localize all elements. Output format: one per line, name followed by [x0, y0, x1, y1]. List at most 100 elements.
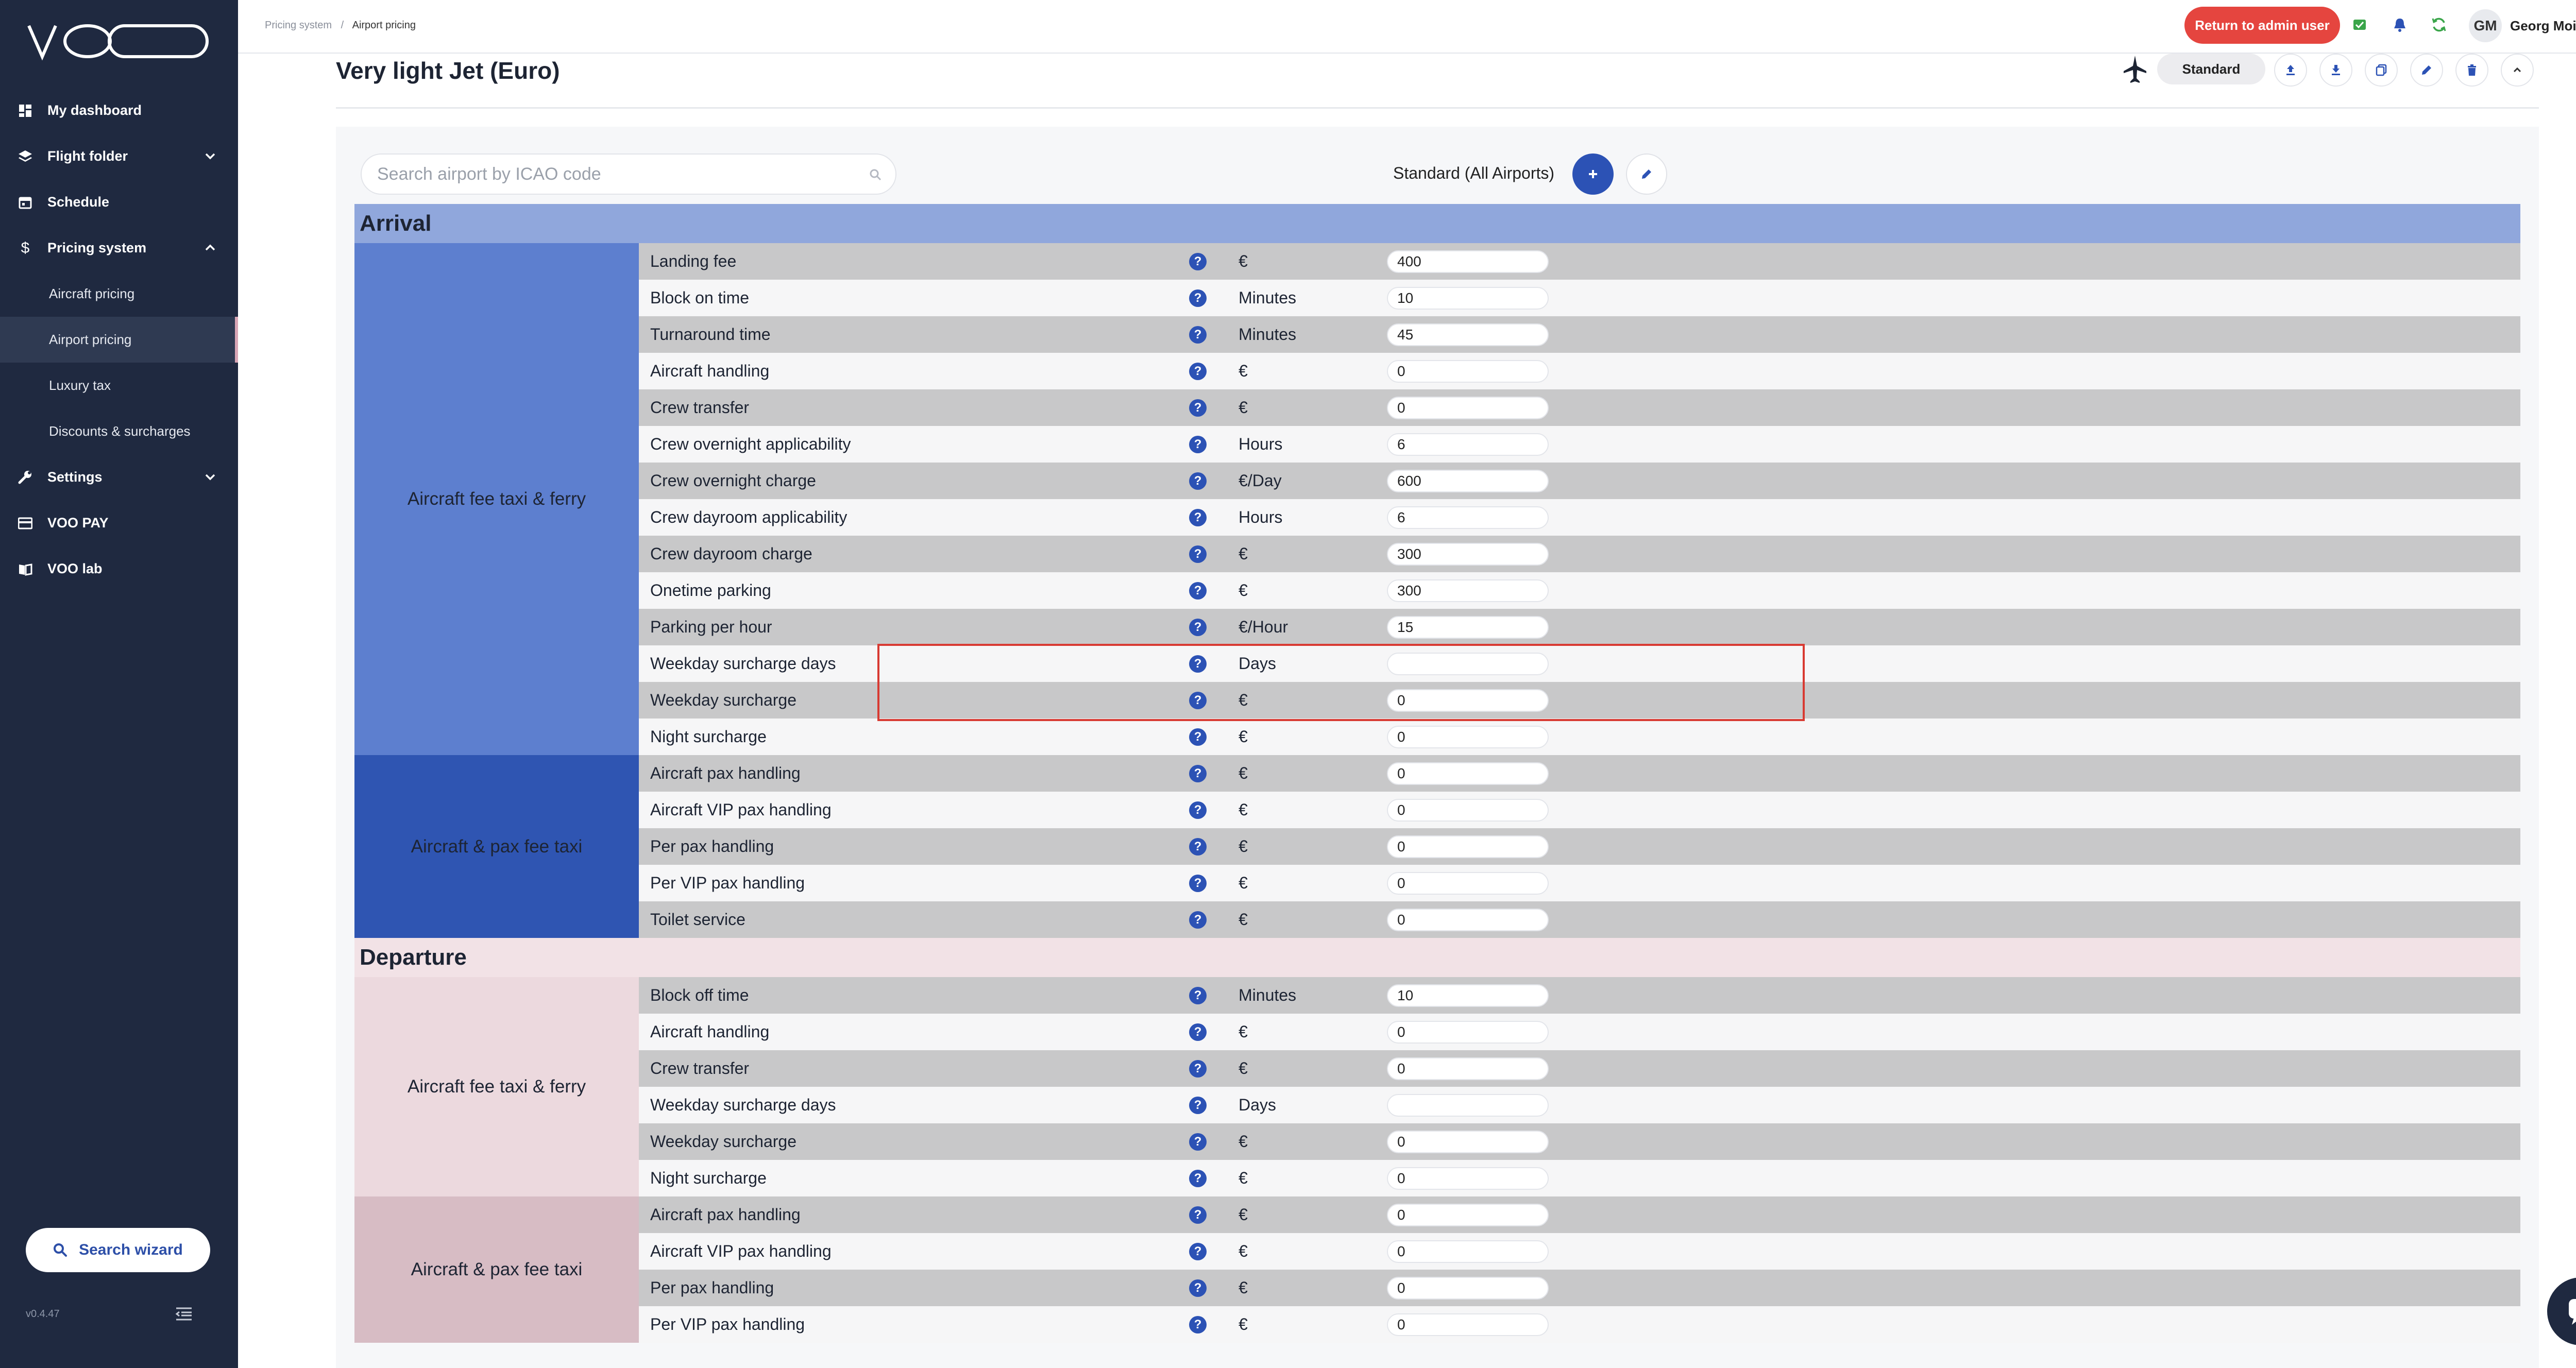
sidebar-item-schedule[interactable]: Schedule: [0, 179, 238, 225]
sidebar-item-flight-folder[interactable]: Flight folder: [0, 133, 238, 179]
help-icon[interactable]: ?: [1189, 655, 1207, 673]
help-icon[interactable]: ?: [1189, 1242, 1207, 1260]
help-icon[interactable]: ?: [1189, 252, 1207, 270]
fee-label: Night surcharge: [650, 727, 767, 746]
sidebar-subitem-discounts[interactable]: Discounts & surcharges: [0, 408, 238, 454]
check-badge-icon[interactable]: [2350, 15, 2369, 34]
download-button[interactable]: [2319, 54, 2352, 87]
help-icon[interactable]: ?: [1189, 1023, 1207, 1041]
avatar[interactable]: GM: [2469, 9, 2502, 42]
help-icon[interactable]: ?: [1189, 435, 1207, 453]
help-icon[interactable]: ?: [1189, 582, 1207, 600]
help-icon[interactable]: ?: [1189, 1315, 1207, 1333]
copy-button[interactable]: [2365, 54, 2398, 87]
help-icon[interactable]: ?: [1189, 986, 1207, 1004]
sidebar-item-dashboard[interactable]: My dashboard: [0, 88, 238, 133]
edit-button[interactable]: [2410, 54, 2443, 87]
help-icon[interactable]: ?: [1189, 1279, 1207, 1297]
help-icon[interactable]: ?: [1189, 837, 1207, 856]
voo-logo[interactable]: [27, 21, 210, 62]
help-icon[interactable]: ?: [1189, 1059, 1207, 1078]
help-icon[interactable]: ?: [1189, 326, 1207, 344]
fee-value-input[interactable]: [1387, 1020, 1549, 1044]
help-icon[interactable]: ?: [1189, 1206, 1207, 1224]
help-icon[interactable]: ?: [1189, 728, 1207, 746]
table-row: Weekday surcharge? €: [639, 682, 2520, 719]
help-icon[interactable]: ?: [1189, 508, 1207, 526]
help-icon[interactable]: ?: [1189, 289, 1207, 307]
help-icon[interactable]: ?: [1189, 362, 1207, 380]
search-wizard-button[interactable]: Search wizard: [26, 1228, 210, 1272]
fee-value-input[interactable]: [1387, 1057, 1549, 1080]
card-icon: [18, 516, 33, 531]
fee-value-input[interactable]: [1387, 1167, 1549, 1190]
sidebar-subitem-airport-pricing[interactable]: Airport pricing: [0, 317, 238, 363]
fee-value-input[interactable]: [1387, 908, 1549, 931]
sidebar-item-voo-lab[interactable]: VOO lab: [0, 546, 238, 592]
fee-value-input[interactable]: [1387, 579, 1549, 602]
help-icon[interactable]: ?: [1189, 691, 1207, 709]
delete-button[interactable]: [2455, 54, 2488, 87]
pricing-profile-pill[interactable]: Standard: [2157, 54, 2265, 84]
breadcrumb-parent[interactable]: Pricing system: [265, 20, 332, 31]
fee-unit: €: [1239, 362, 1248, 380]
user-name[interactable]: Georg Moik: [2510, 18, 2576, 34]
fee-value-input[interactable]: [1387, 396, 1549, 419]
sidebar-item-voo-pay[interactable]: VOO PAY: [0, 500, 238, 546]
header-divider: [336, 107, 2539, 109]
chat-support-button[interactable]: [2547, 1277, 2576, 1345]
help-icon[interactable]: ?: [1189, 801, 1207, 819]
airport-search-input[interactable]: [377, 164, 841, 184]
collapse-sidebar-icon[interactable]: [175, 1306, 193, 1322]
help-icon[interactable]: ?: [1189, 911, 1207, 929]
fee-value-input[interactable]: [1387, 984, 1549, 1007]
edit-scope-button[interactable]: [1626, 153, 1667, 195]
fee-value-input[interactable]: [1387, 250, 1549, 273]
collapse-button[interactable]: [2501, 54, 2534, 87]
fee-value-input[interactable]: [1387, 835, 1549, 858]
fee-unit: €: [1239, 1242, 1248, 1260]
sidebar-item-pricing-system[interactable]: $ Pricing system: [0, 225, 238, 271]
fee-value-input[interactable]: [1387, 433, 1549, 456]
fee-value-input[interactable]: [1387, 506, 1549, 529]
fee-value-input[interactable]: [1387, 762, 1549, 785]
upload-button[interactable]: [2274, 54, 2307, 87]
help-icon[interactable]: ?: [1189, 764, 1207, 782]
fee-value-input[interactable]: [1387, 542, 1549, 566]
fee-value-input[interactable]: [1387, 652, 1549, 675]
fee-value-input[interactable]: [1387, 1276, 1549, 1299]
fee-value-input[interactable]: [1387, 323, 1549, 346]
fee-value-input[interactable]: [1387, 469, 1549, 492]
fee-value-input[interactable]: [1387, 871, 1549, 895]
help-icon[interactable]: ?: [1189, 1169, 1207, 1187]
fee-value-input[interactable]: [1387, 798, 1549, 822]
fee-value-input[interactable]: [1387, 1130, 1549, 1153]
fee-value-input[interactable]: [1387, 725, 1549, 748]
fee-value-input[interactable]: [1387, 1313, 1549, 1336]
return-to-admin-button[interactable]: Return to admin user: [2184, 7, 2340, 44]
sidebar-item-settings[interactable]: Settings: [0, 454, 238, 500]
sidebar-subitem-aircraft-pricing[interactable]: Aircraft pricing: [0, 271, 238, 317]
fee-value-input[interactable]: [1387, 1240, 1549, 1263]
help-icon[interactable]: ?: [1189, 618, 1207, 636]
fee-value-input[interactable]: [1387, 360, 1549, 383]
airport-search-field[interactable]: [361, 153, 896, 195]
breadcrumb-current: Airport pricing: [352, 20, 416, 31]
fee-unit: Hours: [1239, 435, 1283, 453]
fee-value-input[interactable]: [1387, 1093, 1549, 1117]
fee-value-input[interactable]: [1387, 1203, 1549, 1226]
fee-value-input[interactable]: [1387, 615, 1549, 639]
help-icon[interactable]: ?: [1189, 1096, 1207, 1114]
help-icon[interactable]: ?: [1189, 1133, 1207, 1151]
notification-bell-icon[interactable]: [2391, 15, 2409, 34]
fee-value-input[interactable]: [1387, 689, 1549, 712]
fee-value-input[interactable]: [1387, 286, 1549, 310]
add-airport-button[interactable]: [1572, 153, 1614, 195]
help-icon[interactable]: ?: [1189, 874, 1207, 892]
help-icon[interactable]: ?: [1189, 399, 1207, 417]
sync-icon[interactable]: [2430, 15, 2448, 34]
help-icon[interactable]: ?: [1189, 545, 1207, 563]
help-icon[interactable]: ?: [1189, 472, 1207, 490]
fee-label: Toilet service: [650, 910, 745, 929]
sidebar-subitem-luxury-tax[interactable]: Luxury tax: [0, 363, 238, 408]
